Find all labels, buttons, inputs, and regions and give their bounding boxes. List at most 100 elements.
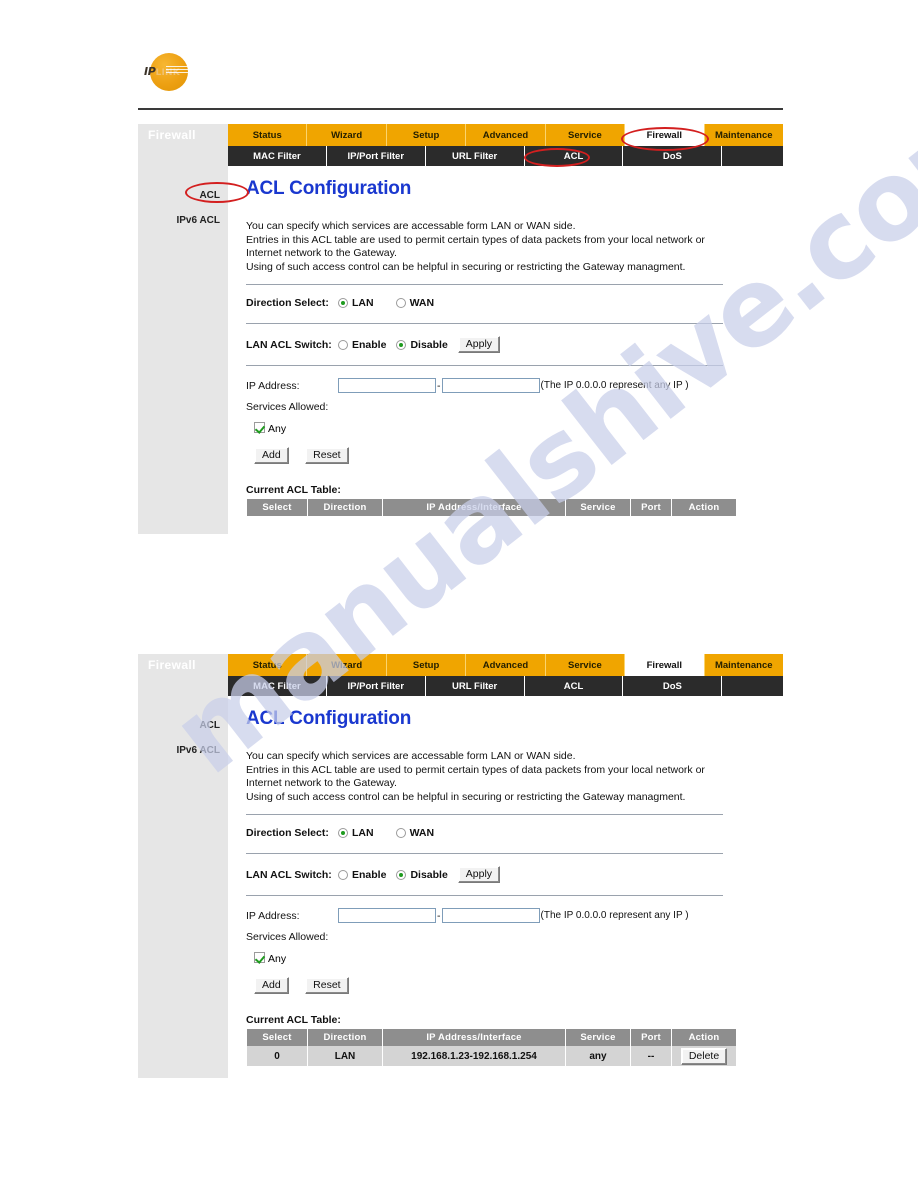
cell-direction: LAN [308, 1046, 382, 1066]
services-any-row: Any [254, 419, 783, 437]
page-description: You can specify which services are acces… [246, 220, 783, 274]
panel-body-2: ACL IPv6 ACL ACL Configuration You can s… [138, 696, 783, 1078]
table-header-select: Select [247, 499, 307, 516]
lan-acl-disable-radio-2[interactable] [396, 869, 407, 880]
lan-acl-disable-radio[interactable] [396, 339, 407, 350]
services-any-checkbox-2[interactable] [254, 952, 265, 964]
nav-tab-firewall[interactable]: Firewall [625, 124, 705, 146]
nav-tab-maintenance[interactable]: Maintenance [704, 124, 783, 146]
nav-tab-status-2[interactable]: Status [228, 654, 308, 676]
sub-tab-url-filter-2[interactable]: URL Filter [425, 676, 525, 696]
panel-body: ACL IPv6 ACL ACL Configuration You can s… [138, 166, 783, 534]
content-divider-3-b [246, 895, 723, 896]
nav-tab-firewall-2[interactable]: Firewall [625, 654, 705, 676]
reset-button-2[interactable]: Reset [305, 977, 349, 994]
sidebar-header: Firewall [138, 124, 228, 146]
lan-acl-enable-radio[interactable] [338, 339, 348, 350]
sub-tab-dos[interactable]: DoS [623, 146, 723, 166]
ip-address-end-input-2[interactable] [441, 908, 540, 923]
nav-tab-service-2[interactable]: Service [545, 654, 626, 676]
table-header-select-2: Select [247, 1029, 307, 1046]
secondary-nav-2: MAC Filter IP/Port Filter URL Filter ACL… [228, 676, 783, 696]
table-header-port-2: Port [631, 1029, 671, 1046]
lan-acl-disable-label[interactable]: Disable [410, 339, 447, 351]
nav-tab-advanced-2[interactable]: Advanced [466, 654, 546, 676]
reset-button[interactable]: Reset [305, 447, 349, 464]
description-line-4: Using of such access control can be help… [246, 260, 686, 273]
sidebar-item-ipv6-acl-2[interactable]: IPv6 ACL [138, 745, 228, 756]
services-any-checkbox[interactable] [254, 422, 265, 434]
ip-address-start-input-2[interactable] [338, 908, 436, 923]
direction-wan-label-2[interactable]: WAN [410, 827, 435, 839]
nav-tab-status[interactable]: Status [228, 124, 308, 146]
ip-address-hint: (The IP 0.0.0.0 represent any IP ) [540, 380, 689, 391]
form-action-buttons: Add Reset [254, 445, 783, 464]
secondary-nav-strip: MAC Filter IP/Port Filter URL Filter ACL… [138, 146, 783, 166]
sub-tab-empty-2 [722, 676, 783, 696]
sub-tab-acl[interactable]: ACL [524, 146, 624, 166]
primary-nav-strip: Firewall Status Wizard Setup Advanced Se… [138, 124, 783, 146]
direction-lan-radio[interactable] [338, 298, 348, 308]
nav-tab-wizard-2[interactable]: Wizard [307, 654, 387, 676]
apply-button[interactable]: Apply [457, 336, 501, 353]
table-header-port: Port [631, 499, 671, 516]
current-acl-table-caption: Current ACL Table: [246, 484, 341, 496]
sub-tab-ip-port-filter[interactable]: IP/Port Filter [326, 146, 426, 166]
services-any-label-2[interactable]: Any [268, 953, 286, 965]
page-title: ACL Configuration [246, 178, 412, 199]
sidebar-item-acl[interactable]: ACL [138, 190, 228, 201]
sub-tab-ip-port-filter-2[interactable]: IP/Port Filter [326, 676, 426, 696]
sub-tab-mac-filter-2[interactable]: MAC Filter [228, 676, 327, 696]
direction-wan-label[interactable]: WAN [410, 297, 435, 309]
lan-acl-enable-label[interactable]: Enable [352, 339, 386, 351]
sub-tab-dos-2[interactable]: DoS [623, 676, 723, 696]
nav-tab-setup-2[interactable]: Setup [386, 654, 467, 676]
table-header-ip-address: IP Address/Interface [383, 499, 565, 516]
sub-tab-mac-filter[interactable]: MAC Filter [228, 146, 327, 166]
sub-tab-acl-2[interactable]: ACL [524, 676, 624, 696]
services-any-label[interactable]: Any [268, 423, 286, 435]
nav-tab-wizard[interactable]: Wizard [307, 124, 387, 146]
add-button[interactable]: Add [254, 447, 289, 464]
nav-tab-setup[interactable]: Setup [386, 124, 467, 146]
router-ui-screenshot-top: Firewall Status Wizard Setup Advanced Se… [138, 124, 783, 534]
main-content-2: ACL Configuration You can specify which … [228, 696, 783, 1078]
description-line-2: Entries in this ACL table are used to pe… [246, 233, 705, 246]
secondary-nav-strip-2: MAC Filter IP/Port Filter URL Filter ACL… [138, 676, 783, 696]
ip-address-end-input[interactable] [441, 378, 540, 393]
direction-select-label: Direction Select: [246, 297, 329, 309]
ip-address-label-2: IP Address: [246, 909, 300, 922]
sub-tab-url-filter[interactable]: URL Filter [425, 146, 525, 166]
sidebar-header-spacer [138, 146, 228, 166]
ip-range-separator-2: - [437, 909, 441, 922]
sidebar-header-2: Firewall [138, 654, 228, 676]
description-line-2-b: Entries in this ACL table are used to pe… [246, 763, 705, 776]
content-divider-2-b [246, 853, 723, 854]
direction-lan-radio-2[interactable] [338, 828, 348, 838]
nav-tab-service[interactable]: Service [545, 124, 626, 146]
description-line-4-b: Using of such access control can be help… [246, 790, 686, 803]
services-allowed-label-2: Services Allowed: [246, 931, 329, 943]
direction-wan-radio[interactable] [395, 298, 406, 308]
direction-wan-radio-2[interactable] [395, 828, 406, 838]
nav-tab-maintenance-2[interactable]: Maintenance [704, 654, 783, 676]
sidebar-item-acl-2[interactable]: ACL [138, 720, 228, 731]
direction-lan-label-2[interactable]: LAN [352, 827, 374, 839]
apply-button-2[interactable]: Apply [457, 866, 501, 883]
nav-tab-advanced[interactable]: Advanced [466, 124, 546, 146]
lan-acl-enable-radio-2[interactable] [338, 869, 348, 880]
cell-port: -- [631, 1046, 671, 1066]
cell-select: 0 [247, 1046, 307, 1066]
ip-address-start-input[interactable] [338, 378, 436, 393]
delete-button[interactable]: Delete [680, 1047, 728, 1065]
lan-acl-enable-label-2[interactable]: Enable [352, 869, 386, 881]
direction-select-label-2: Direction Select: [246, 827, 329, 839]
logo-wordmark: IPLINK [144, 65, 180, 78]
logo-link-text: LINK [155, 68, 180, 78]
direction-lan-label[interactable]: LAN [352, 297, 374, 309]
primary-nav: Status Wizard Setup Advanced Service Fir… [228, 124, 783, 146]
sidebar-item-ipv6-acl[interactable]: IPv6 ACL [138, 215, 228, 226]
lan-acl-disable-label-2[interactable]: Disable [410, 869, 447, 881]
cell-ip-address: 192.168.1.23-192.168.1.254 [383, 1046, 565, 1066]
add-button-2[interactable]: Add [254, 977, 289, 994]
